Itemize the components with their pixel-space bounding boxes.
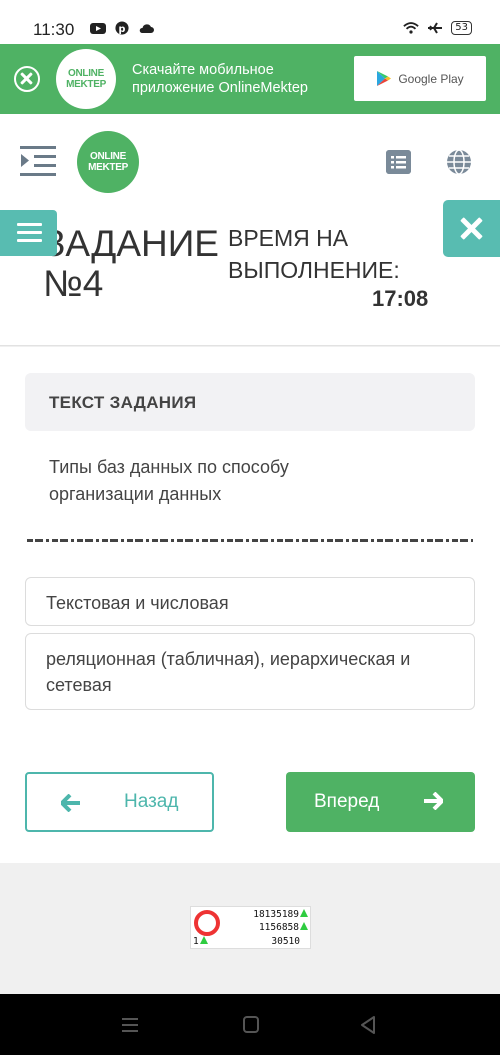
menu-collapse-icon[interactable] [20,144,56,178]
time-remaining-value: 17:08 [372,286,429,311]
back-button-label: Назад [124,791,179,812]
arrow-right-icon [424,792,443,810]
system-navigation-bar [0,994,500,1055]
answer-blank-line [27,539,473,542]
next-button-label: Вперед [314,791,380,812]
back-button[interactable]: Назад [25,772,214,832]
status-bar: 11:30 p 53 [0,0,500,44]
onlinemektep-logo: ONLINE MEKTEP [56,49,116,109]
close-icon[interactable] [14,66,40,92]
recent-apps-icon[interactable] [122,1018,138,1032]
youtube-icon [90,23,106,34]
site-logo[interactable]: ONLINE MEKTEP [77,131,139,193]
status-notification-icons: p [90,21,154,35]
pinterest-icon: p [115,21,129,35]
status-system-icons: 53 [403,21,472,35]
hamburger-icon [17,223,42,226]
google-play-label: Google Play [398,71,464,86]
globe-icon[interactable] [446,149,472,175]
home-icon[interactable] [243,1016,259,1033]
back-icon[interactable] [360,1016,376,1034]
task-heading: ТЕКСТ ЗАДАНИЯ [49,393,197,412]
page-header: ONLINE MEKTEP ЗАДАНИЕ №4 ВРЕМЯ НА ВЫПОЛН… [0,114,500,346]
status-time: 11:30 [33,20,75,39]
task-card: ТЕКСТ ЗАДАНИЯ Типы баз данных по способу… [0,347,500,863]
time-remaining-label: ВРЕМЯ НА ВЫПОЛНЕНИЕ: [228,225,400,283]
promo-text: Скачайте мобильное приложение OnlineMekt… [132,62,308,96]
counter-logo-icon [194,910,220,936]
arrow-left-icon [61,794,80,812]
google-play-button[interactable]: Google Play [354,56,486,101]
wifi-icon [403,22,419,34]
task-list-icon[interactable] [386,150,411,174]
answer-option[interactable]: реляционная (табличная), иерархическая и… [25,633,475,710]
svg-text:p: p [119,24,126,35]
cloud-icon [139,24,154,33]
task-title: ЗАДАНИЕ №4 [43,223,219,304]
answer-option[interactable]: Текстовая и числовая [25,577,475,626]
up-arrow-icon [199,936,208,944]
close-panel-button[interactable] [443,200,500,257]
visit-counter[interactable]: 18135189 1156858 1 30510 [190,906,311,949]
next-button[interactable]: Вперед [286,772,475,832]
task-heading-box: ТЕКСТ ЗАДАНИЯ [25,373,475,431]
airplane-mode-icon [428,22,443,34]
up-arrow-icon [300,909,308,917]
app-promo-banner: ONLINE MEKTEP Скачайте мобильное приложе… [0,44,500,114]
battery-indicator: 53 [451,21,472,35]
google-play-icon [377,71,392,86]
side-menu-button[interactable] [0,210,57,256]
question-text: Типы баз данных по способу организации д… [49,457,289,504]
up-arrow-icon [300,922,308,930]
